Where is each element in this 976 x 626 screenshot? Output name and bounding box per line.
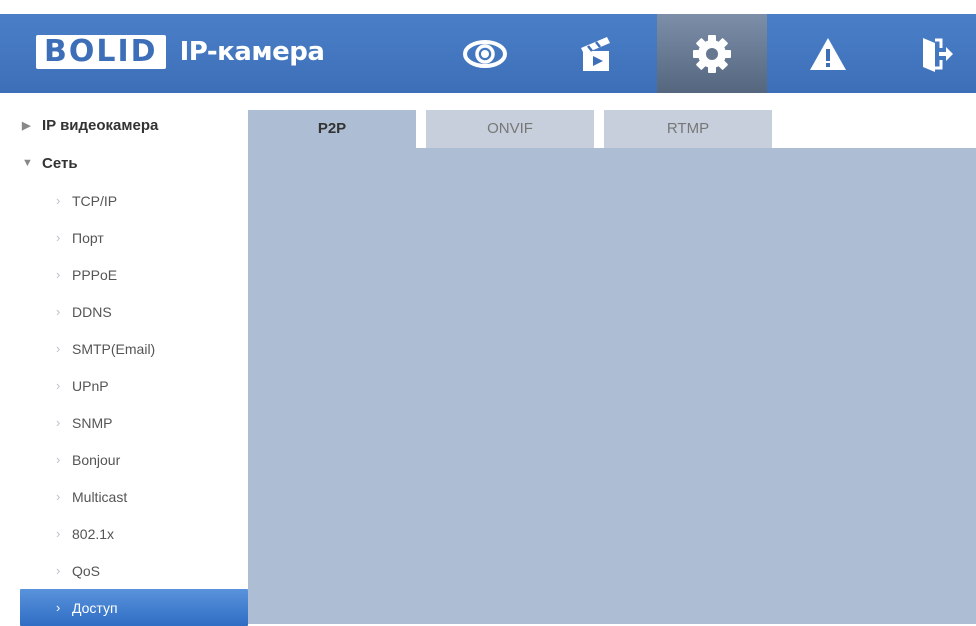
warning-icon bbox=[810, 37, 846, 70]
content-panel: P2P ONVIF RTMP bbox=[248, 110, 976, 624]
sidebar-section-label: IP видеокамера bbox=[42, 116, 159, 134]
sidebar-section-camera[interactable]: ▶ IP видеокамера bbox=[8, 106, 248, 144]
sidebar-item-port[interactable]: › Порт bbox=[20, 219, 248, 256]
eye-icon bbox=[463, 39, 507, 68]
sidebar-item-label: TCP/IP bbox=[72, 192, 118, 209]
nav-settings[interactable] bbox=[657, 14, 767, 93]
gear-icon bbox=[693, 34, 731, 73]
tab-bar-filler bbox=[782, 110, 976, 148]
sidebar-item-label: QoS bbox=[72, 562, 101, 579]
exit-icon bbox=[923, 37, 953, 72]
chevron-right-icon: › bbox=[56, 267, 61, 282]
sidebar-item-pppoe[interactable]: › PPPoE bbox=[20, 256, 248, 293]
brand-logo: BOLID bbox=[36, 35, 166, 69]
logo: BOLID IP-камера bbox=[36, 32, 325, 72]
sidebar-item-multicast[interactable]: › Multicast bbox=[20, 478, 248, 515]
tab-rtmp[interactable]: RTMP bbox=[604, 110, 772, 148]
clapperboard-icon bbox=[581, 36, 610, 71]
sidebar-item-label: SNMP bbox=[72, 414, 113, 431]
sidebar-item-label: UPnP bbox=[72, 377, 109, 394]
collapsed-arrow-icon: ▶ bbox=[22, 119, 31, 132]
chevron-right-icon: › bbox=[56, 304, 61, 319]
sidebar-item-access[interactable]: › Доступ bbox=[20, 589, 248, 626]
chevron-right-icon: › bbox=[56, 489, 61, 504]
expanded-arrow-icon: ▼ bbox=[22, 157, 33, 169]
chevron-right-icon: › bbox=[56, 526, 61, 541]
sidebar-item-ddns[interactable]: › DDNS bbox=[20, 293, 248, 330]
sidebar-item-label: Multicast bbox=[72, 488, 128, 505]
chevron-right-icon: › bbox=[56, 230, 61, 245]
chevron-right-icon: › bbox=[56, 600, 61, 615]
nav-alarm[interactable] bbox=[778, 14, 878, 93]
sidebar-item-label: PPPoE bbox=[72, 266, 118, 283]
top-header: BOLID IP-камера bbox=[0, 14, 976, 93]
sidebar-item-label: DDNS bbox=[72, 303, 112, 320]
sidebar-item-label: Порт bbox=[72, 229, 104, 246]
sidebar: ▶ IP видеокамера ▼ Сеть › TCP/IP › Порт … bbox=[8, 106, 248, 626]
chevron-right-icon: › bbox=[56, 193, 61, 208]
nav-playback[interactable] bbox=[545, 14, 645, 93]
nav-logout[interactable] bbox=[896, 14, 976, 93]
chevron-right-icon: › bbox=[56, 378, 61, 393]
sidebar-item-label: Доступ bbox=[72, 599, 118, 616]
sidebar-item-8021x[interactable]: › 802.1x bbox=[20, 515, 248, 552]
sidebar-section-network[interactable]: ▼ Сеть bbox=[8, 144, 248, 182]
chevron-right-icon: › bbox=[56, 563, 61, 578]
sidebar-item-tcpip[interactable]: › TCP/IP bbox=[20, 182, 248, 219]
sidebar-item-smtp[interactable]: › SMTP(Email) bbox=[20, 330, 248, 367]
sidebar-item-snmp[interactable]: › SNMP bbox=[20, 404, 248, 441]
chevron-right-icon: › bbox=[56, 415, 61, 430]
product-title: IP-камера bbox=[179, 37, 325, 67]
sidebar-item-bonjour[interactable]: › Bonjour bbox=[20, 441, 248, 478]
chevron-right-icon: › bbox=[56, 452, 61, 467]
sidebar-item-qos[interactable]: › QoS bbox=[20, 552, 248, 589]
sidebar-item-label: Bonjour bbox=[72, 451, 121, 468]
tab-onvif[interactable]: ONVIF bbox=[426, 110, 594, 148]
chevron-right-icon: › bbox=[56, 341, 61, 356]
nav-live-view[interactable] bbox=[435, 14, 535, 93]
sidebar-item-upnp[interactable]: › UPnP bbox=[20, 367, 248, 404]
tab-p2p[interactable]: P2P bbox=[248, 110, 416, 148]
sidebar-item-label: 802.1x bbox=[72, 525, 115, 542]
sidebar-section-label: Сеть bbox=[42, 154, 78, 172]
tab-bar: P2P ONVIF RTMP bbox=[248, 110, 976, 148]
sidebar-item-label: SMTP(Email) bbox=[72, 340, 156, 357]
